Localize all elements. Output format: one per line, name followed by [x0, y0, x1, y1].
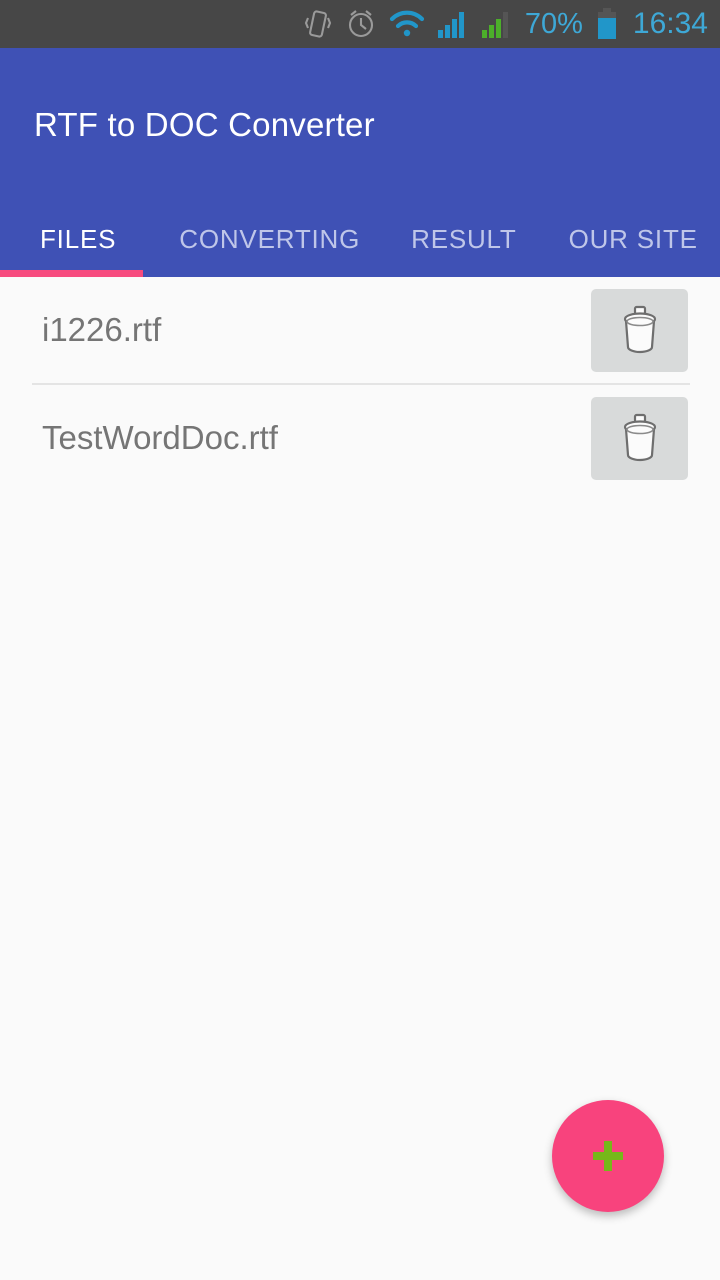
clock-label: 16:34	[632, 7, 708, 40]
trash-icon	[623, 305, 656, 354]
delete-file-button[interactable]	[591, 288, 688, 372]
table-row[interactable]: i1226.rtf	[0, 277, 720, 383]
tab-files[interactable]: FILES	[40, 202, 116, 277]
plus-icon	[593, 1141, 623, 1171]
file-name-label: i1226.rtf	[42, 311, 162, 348]
wifi-icon	[389, 10, 425, 38]
status-bar: 70% 16:34	[0, 0, 720, 48]
add-file-button[interactable]	[552, 1100, 664, 1212]
tab-indicator	[0, 270, 143, 277]
tab-converting[interactable]: CONVERTING	[179, 202, 360, 277]
page-title: RTF to DOC Converter	[34, 106, 375, 143]
alarm-icon	[345, 7, 377, 41]
battery-percent-label: 70%	[524, 7, 583, 40]
trash-icon	[623, 413, 656, 462]
battery-icon	[595, 7, 619, 41]
app-bar: RTF to DOC Converter FILES CONVERTING RE…	[0, 48, 720, 277]
tab-bar: FILES CONVERTING RESULT OUR SITE	[0, 202, 720, 277]
app-screen: 70% 16:34 RTF to DOC Converter FILES CON…	[0, 0, 720, 1280]
table-row[interactable]: TestWordDoc.rtf	[0, 385, 720, 491]
tab-our-site[interactable]: OUR SITE	[569, 202, 698, 277]
delete-file-button[interactable]	[591, 396, 688, 480]
signal-sim2-icon	[481, 9, 513, 39]
signal-sim1-icon	[437, 9, 469, 39]
vibrate-icon	[303, 7, 333, 41]
tab-result[interactable]: RESULT	[411, 202, 516, 277]
file-name-label: TestWordDoc.rtf	[42, 419, 278, 456]
